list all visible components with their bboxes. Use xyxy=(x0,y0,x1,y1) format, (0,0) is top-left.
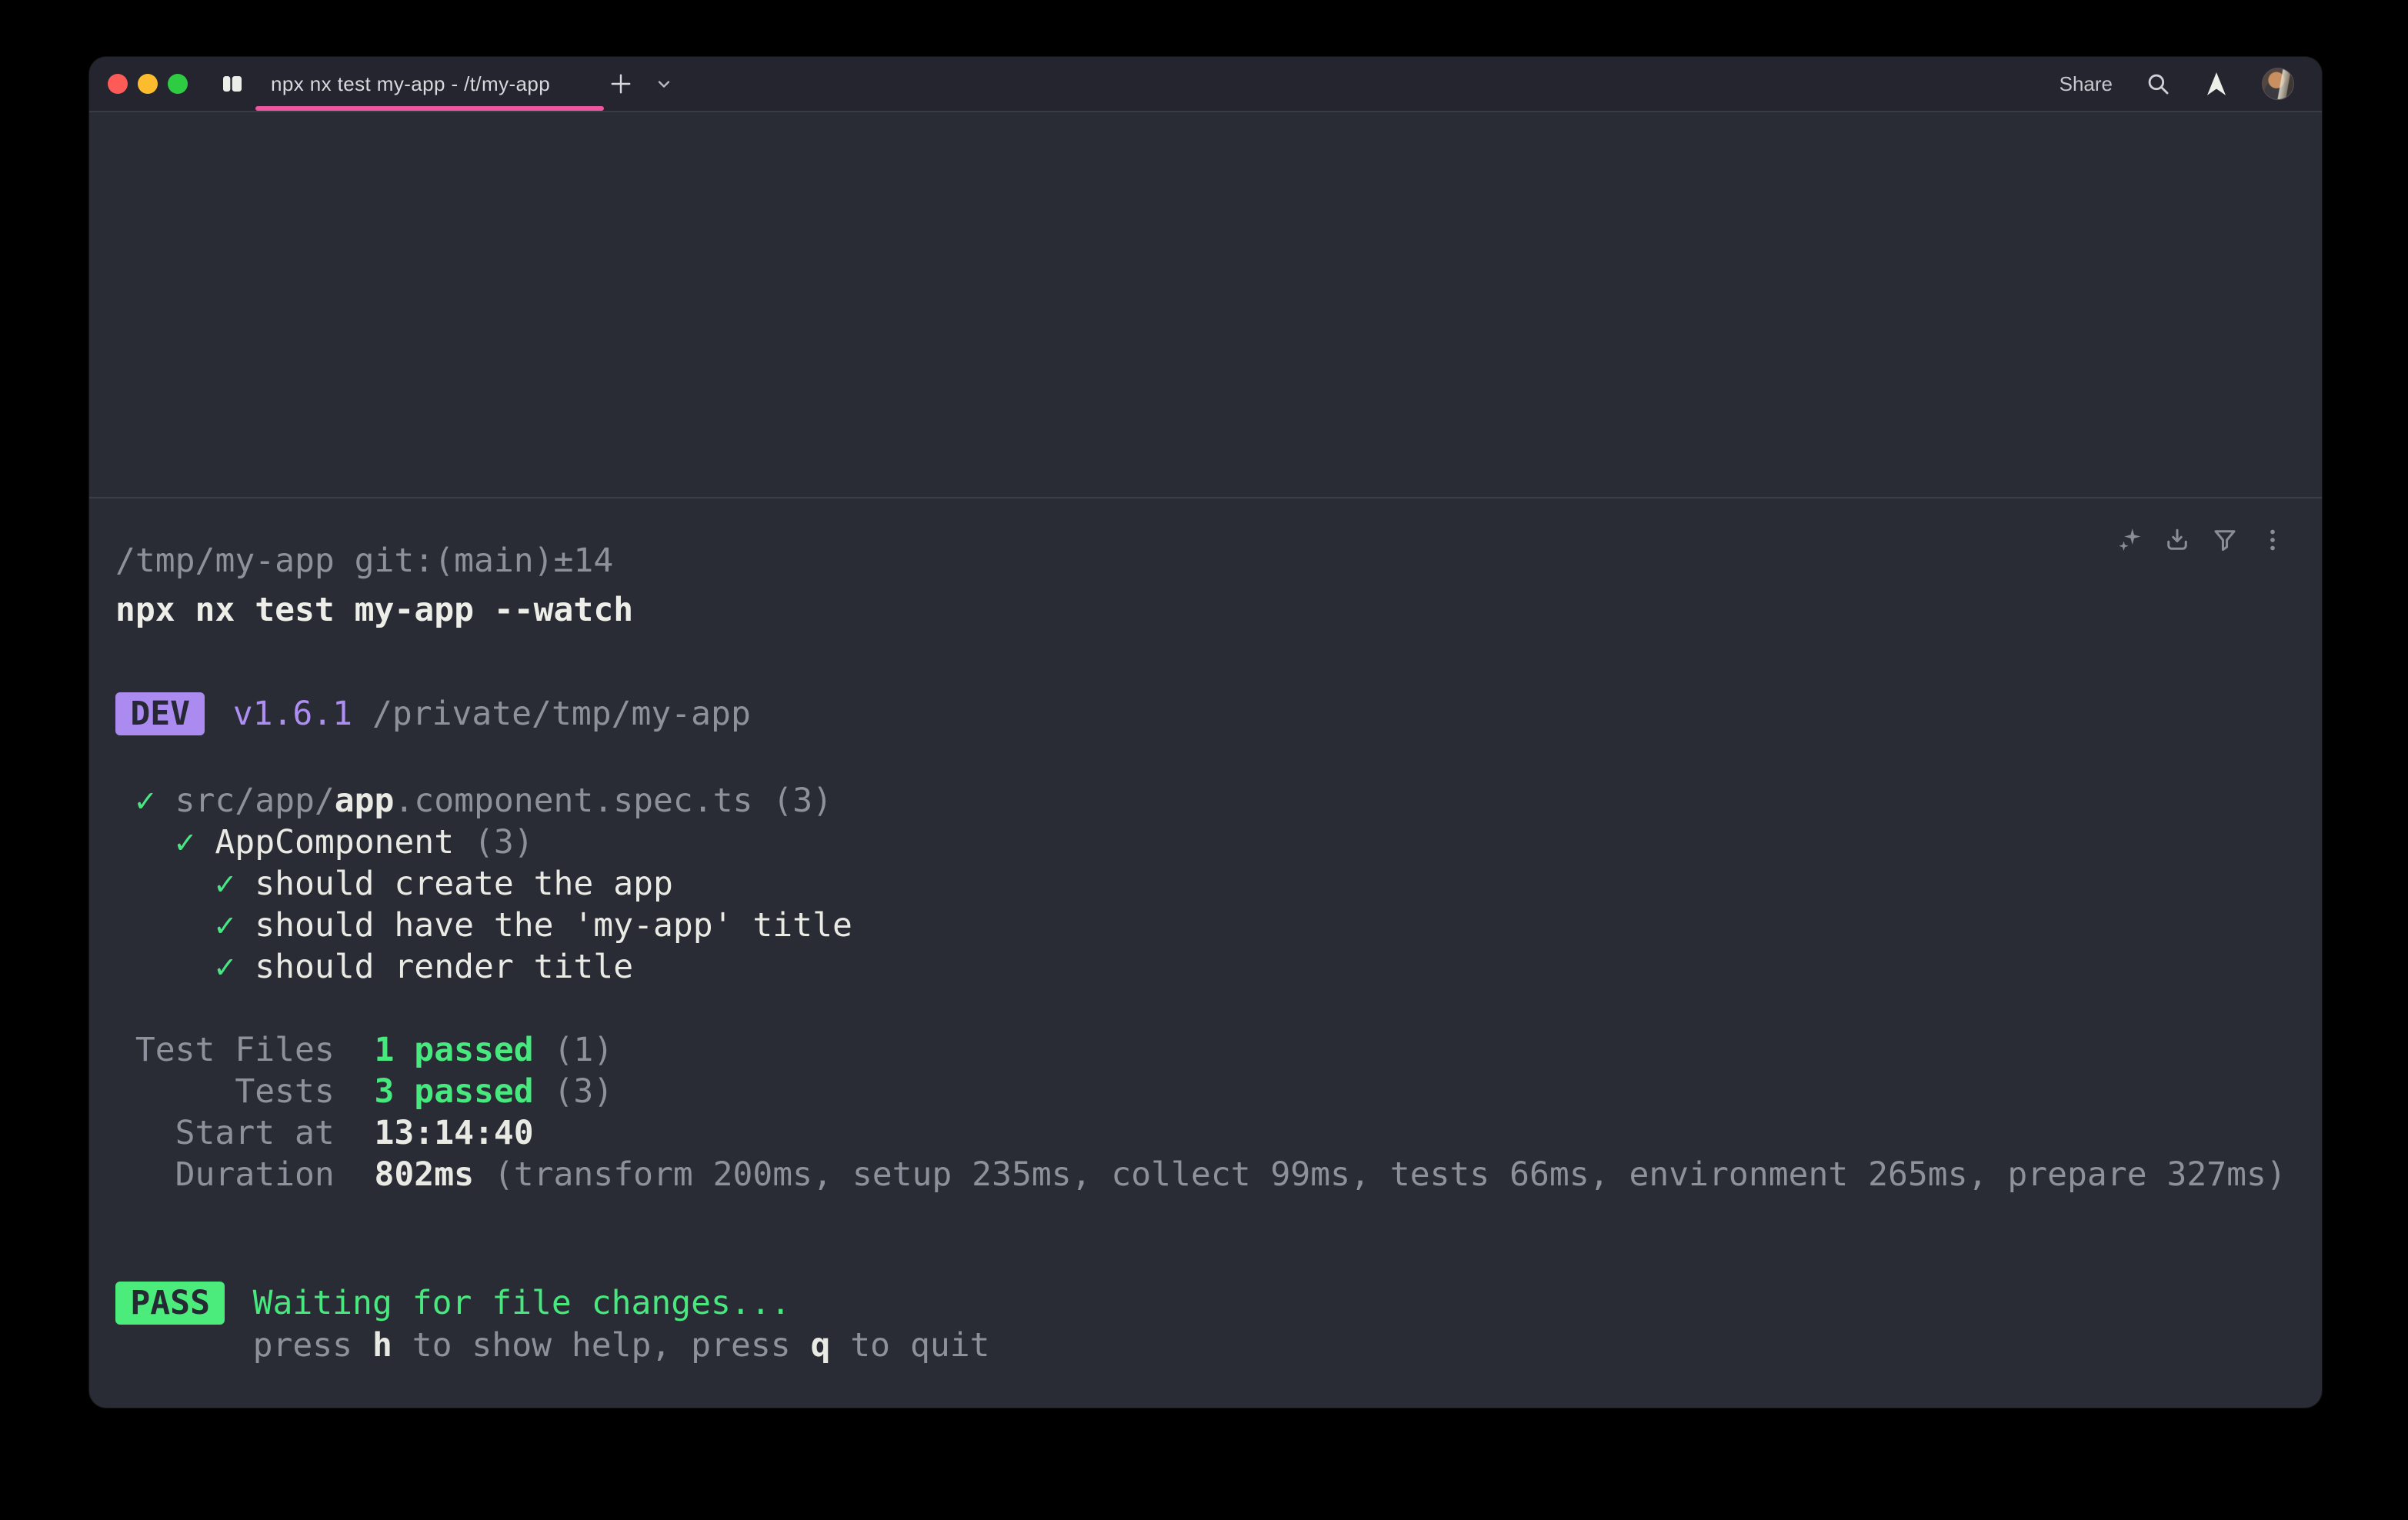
kebab-menu-icon[interactable] xyxy=(2259,526,2286,554)
summary-row-test-files: Test Files 1 passed (1) xyxy=(115,1029,2288,1071)
dev-badge: DEV xyxy=(115,692,205,735)
test-case-row: ✓ should create the app xyxy=(115,863,2288,905)
summary-value: 802ms xyxy=(375,1155,474,1194)
summary-value: 3 passed xyxy=(375,1072,534,1111)
test-name: should render title xyxy=(255,948,633,986)
summary-row-duration: Duration 802ms (transform 200ms, setup 235… xyxy=(115,1154,2288,1195)
check-icon: ✓ xyxy=(135,782,155,820)
command-block: /tmp/my-app git:(main)±14 npx nx test my… xyxy=(89,498,2322,1408)
share-button[interactable]: Share xyxy=(2059,72,2113,96)
summary-value: 1 passed xyxy=(375,1031,534,1069)
help-text: press xyxy=(253,1326,372,1365)
watch-help-line: press h to show help, press q to quit xyxy=(253,1325,2288,1366)
download-icon[interactable] xyxy=(2163,526,2191,554)
traffic-light-close[interactable] xyxy=(108,74,128,94)
test-name: should create the app xyxy=(255,865,673,903)
pass-status-line: PASS Waiting for file changes... xyxy=(115,1282,2288,1325)
help-key-h: h xyxy=(372,1326,392,1365)
file-count-value: (3) xyxy=(772,782,832,820)
previous-block xyxy=(89,112,2322,498)
help-key-q: q xyxy=(811,1326,831,1365)
vitest-cwd-space xyxy=(352,693,372,735)
pass-badge: PASS xyxy=(115,1282,225,1325)
test-name: should have the 'my-app' title xyxy=(255,906,852,945)
check-icon: ✓ xyxy=(215,906,235,945)
new-tab-button[interactable] xyxy=(607,70,635,98)
test-case-row: ✓ should render title xyxy=(115,946,2288,988)
tab-title: npx nx test my-app - /t/my-app xyxy=(271,72,550,96)
test-summary: Test Files 1 passed (1) Tests 3 passed (3) S… xyxy=(115,1029,2288,1195)
file-count xyxy=(752,782,772,820)
test-file-row: ✓ src/app/app.component.spec.ts (3) xyxy=(115,780,2288,822)
summary-label: Tests xyxy=(115,1071,335,1112)
vitest-version: v1.6.1 xyxy=(233,693,352,735)
filter-icon[interactable] xyxy=(2211,526,2239,554)
summary-value: 13:14:40 xyxy=(375,1114,534,1152)
file-dir: src/app/ xyxy=(175,782,335,820)
vitest-dev-line: DEV v1.6.1 /private/tmp/my-app xyxy=(115,692,2288,735)
suite-count-value: (3) xyxy=(474,823,534,862)
help-text: to quit xyxy=(830,1326,989,1365)
summary-label: Start at xyxy=(115,1112,335,1154)
traffic-light-minimize[interactable] xyxy=(138,74,158,94)
tab-pages-icon xyxy=(220,72,245,96)
summary-label: Duration xyxy=(115,1154,335,1195)
summary-row-tests: Tests 3 passed (3) xyxy=(115,1071,2288,1112)
summary-extra: (3) xyxy=(554,1072,614,1111)
summary-label: Test Files xyxy=(115,1029,335,1071)
summary-extra: (1) xyxy=(554,1031,614,1069)
test-suite-row: ✓ AppComponent (3) xyxy=(115,822,2288,863)
search-icon[interactable] xyxy=(2145,71,2171,97)
chevron-down-icon[interactable] xyxy=(655,75,673,93)
block-toolbar xyxy=(2116,526,2286,554)
vitest-cwd: /private/tmp/my-app xyxy=(372,693,751,735)
terminal-window: npx nx test my-app - /t/my-app Share xyxy=(89,57,2322,1408)
check-icon: ✓ xyxy=(215,865,235,903)
summary-row-start-at: Start at 13:14:40 xyxy=(115,1112,2288,1154)
warp-logo-icon[interactable] xyxy=(2203,71,2230,97)
suite-name: AppComponent xyxy=(215,823,454,862)
file-highlight: app xyxy=(335,782,395,820)
command-line[interactable]: npx nx test my-app --watch xyxy=(115,589,2288,631)
file-suffix: .component.spec.ts xyxy=(394,782,752,820)
avatar[interactable] xyxy=(2262,68,2294,100)
sparkles-icon[interactable] xyxy=(2116,526,2143,554)
tab-bar: npx nx test my-app - /t/my-app Share xyxy=(89,57,2322,112)
suite-count xyxy=(454,823,474,862)
terminal-tab[interactable]: npx nx test my-app - /t/my-app xyxy=(220,57,558,111)
waiting-text: Waiting for file changes... xyxy=(253,1282,791,1324)
check-icon: ✓ xyxy=(175,823,195,862)
help-text: to show help, press xyxy=(392,1326,811,1365)
traffic-light-zoom[interactable] xyxy=(168,74,188,94)
traffic-lights xyxy=(108,74,188,94)
check-icon: ✓ xyxy=(215,948,235,986)
prompt-line: /tmp/my-app git:(main)±14 xyxy=(115,540,2288,582)
summary-extra: (transform 200ms, setup 235ms, collect 9… xyxy=(494,1155,2286,1194)
test-case-row: ✓ should have the 'my-app' title xyxy=(115,905,2288,946)
